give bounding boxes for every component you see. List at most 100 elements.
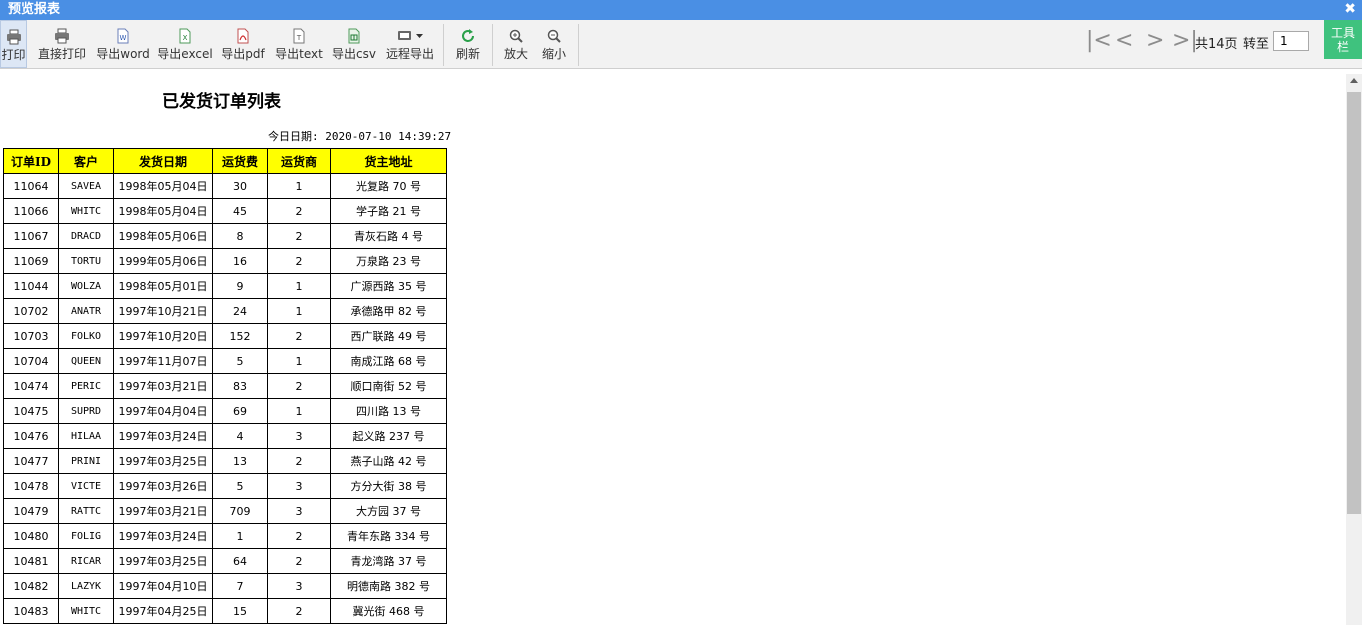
direct-print-button[interactable]: 直接打印	[36, 20, 88, 68]
table-cell: 1997年03月21日	[113, 498, 213, 524]
table-cell: 2	[267, 373, 331, 399]
print-button[interactable]: 打印	[0, 20, 27, 68]
table-row: 10475 SUPRD 1997年04月04日 69 1 四川路 13 号	[3, 398, 447, 424]
table-cell: PRINI	[58, 448, 114, 474]
tool-panel-toggle[interactable]: 工具 栏	[1324, 20, 1362, 59]
table-cell: 4	[212, 423, 268, 449]
table-cell: 2	[267, 548, 331, 574]
scrollbar-thumb[interactable]	[1347, 92, 1361, 514]
table-cell: 16	[212, 248, 268, 274]
refresh-label: 刷新	[455, 47, 480, 61]
table-cell: 10480	[3, 523, 59, 549]
table-row: 10704 QUEEN 1997年11月07日 5 1 南成江路 68 号	[3, 348, 447, 374]
table-body: 11064 SAVEA 1998年05月04日 30 1 光复路 70 号 11066 WHI…	[3, 173, 447, 624]
table-cell: 2	[267, 598, 331, 624]
table-cell: 11066	[3, 198, 59, 224]
table-cell: 1999年05月06日	[113, 248, 213, 274]
table-row: 10476 HILAA 1997年03月24日 4 3 起义路 237 号	[3, 423, 447, 449]
table-cell: 1997年10月20日	[113, 323, 213, 349]
zoom-out-button[interactable]: 缩小	[538, 20, 570, 68]
refresh-icon	[462, 29, 474, 42]
printer-icon	[6, 29, 21, 45]
table-cell: 1997年10月21日	[113, 298, 213, 324]
table-cell: 3	[267, 573, 331, 599]
table-cell: 709	[212, 498, 268, 524]
table-cell: 11069	[3, 248, 59, 274]
direct-print-label: 直接打印	[37, 47, 86, 61]
table-header-row: 订单ID 客户 发货日期 运货费 运货商 货主地址	[3, 148, 447, 174]
table-cell: 10474	[3, 373, 59, 399]
table-cell: LAZYK	[58, 573, 114, 599]
table-cell: 24	[212, 298, 268, 324]
remote-export-button[interactable]: 远程导出	[384, 20, 436, 68]
zoom-in-label: 放大	[503, 47, 528, 61]
table-cell: RATTC	[58, 498, 114, 524]
zoom-in-icon	[509, 29, 523, 43]
table-cell: 3	[267, 498, 331, 524]
table-cell: DRACD	[58, 223, 114, 249]
zoom-in-button[interactable]: 放大	[500, 20, 532, 68]
table-cell: 10478	[3, 473, 59, 499]
table-row: 10703 FOLKO 1997年10月20日 152 2 西广联路 49 号	[3, 323, 447, 349]
table-cell: 8	[212, 223, 268, 249]
toolbar-separator	[443, 24, 444, 66]
table-cell: VICTE	[58, 473, 114, 499]
table-cell: 四川路 13 号	[330, 398, 447, 424]
first-page-icon[interactable]: |<	[1086, 30, 1112, 52]
svg-text:X: X	[183, 34, 188, 42]
vertical-scrollbar[interactable]	[1346, 74, 1362, 625]
table-cell: 11064	[3, 173, 59, 199]
toolbar-separator	[492, 24, 493, 66]
remote-export-label: 远程导出	[385, 47, 434, 61]
report-date: 今日日期: 2020-07-10 14:39:27	[268, 130, 452, 143]
table-cell: 1997年03月25日	[113, 448, 213, 474]
table-cell: 1998年05月04日	[113, 198, 213, 224]
table-row: 10479 RATTC 1997年03月21日 709 3 大方园 37 号	[3, 498, 447, 524]
table-cell: 承德路甲 82 号	[330, 298, 447, 324]
table-row: 10481 RICAR 1997年03月25日 64 2 青龙湾路 37 号	[3, 548, 447, 574]
close-icon[interactable]: ✖	[1344, 1, 1356, 18]
table-cell: 83	[212, 373, 268, 399]
table-cell: 顺口南街 52 号	[330, 373, 447, 399]
export-pdf-button[interactable]: 导出pdf	[219, 20, 267, 68]
goto-label: 转至	[1243, 37, 1270, 52]
table-cell: 3	[267, 473, 331, 499]
table-cell: FOLIG	[58, 523, 114, 549]
window-title: 预览报表	[8, 2, 61, 17]
table-cell: 152	[212, 323, 268, 349]
export-text-button[interactable]: T 导出text	[273, 20, 325, 68]
svg-text:W: W	[120, 34, 127, 42]
table-row: 11067 DRACD 1998年05月06日 8 2 青灰石路 4 号	[3, 223, 447, 249]
export-text-label: 导出text	[275, 47, 323, 61]
page-total: 共14页	[1195, 37, 1238, 52]
table-cell: 30	[212, 173, 268, 199]
table-cell: 大方园 37 号	[330, 498, 447, 524]
table-cell: WHITC	[58, 598, 114, 624]
last-page-icon[interactable]: >|	[1172, 30, 1198, 52]
table-cell: WHITC	[58, 198, 114, 224]
column-header: 运货费	[212, 148, 268, 174]
table-cell: 2	[267, 198, 331, 224]
table-cell: FOLKO	[58, 323, 114, 349]
page-number-input[interactable]	[1273, 31, 1309, 51]
table-cell: 15	[212, 598, 268, 624]
orders-table: 订单ID 客户 发货日期 运货费 运货商 货主地址 11064 SAVEA 1998…	[3, 148, 447, 624]
scroll-up-arrow-icon[interactable]	[1350, 78, 1358, 83]
refresh-button[interactable]: 刷新	[452, 20, 484, 68]
table-row: 10702 ANATR 1997年10月21日 24 1 承德路甲 82 号	[3, 298, 447, 324]
export-csv-button[interactable]: 导出csv	[330, 20, 378, 68]
table-row: 11066 WHITC 1998年05月04日 45 2 学子路 21 号	[3, 198, 447, 224]
table-cell: 西广联路 49 号	[330, 323, 447, 349]
export-word-button[interactable]: W 导出word	[94, 20, 152, 68]
table-cell: SUPRD	[58, 398, 114, 424]
table-cell: 1997年03月26日	[113, 473, 213, 499]
table-cell: HILAA	[58, 423, 114, 449]
table-cell: 1	[267, 173, 331, 199]
table-cell: 万泉路 23 号	[330, 248, 447, 274]
table-cell: 1	[267, 348, 331, 374]
export-excel-button[interactable]: X 导出excel	[156, 20, 214, 68]
prev-page-icon[interactable]: <	[1115, 30, 1133, 52]
table-cell: 1997年04月25日	[113, 598, 213, 624]
zoom-out-label: 缩小	[541, 47, 566, 61]
next-page-icon[interactable]: >	[1146, 30, 1164, 52]
